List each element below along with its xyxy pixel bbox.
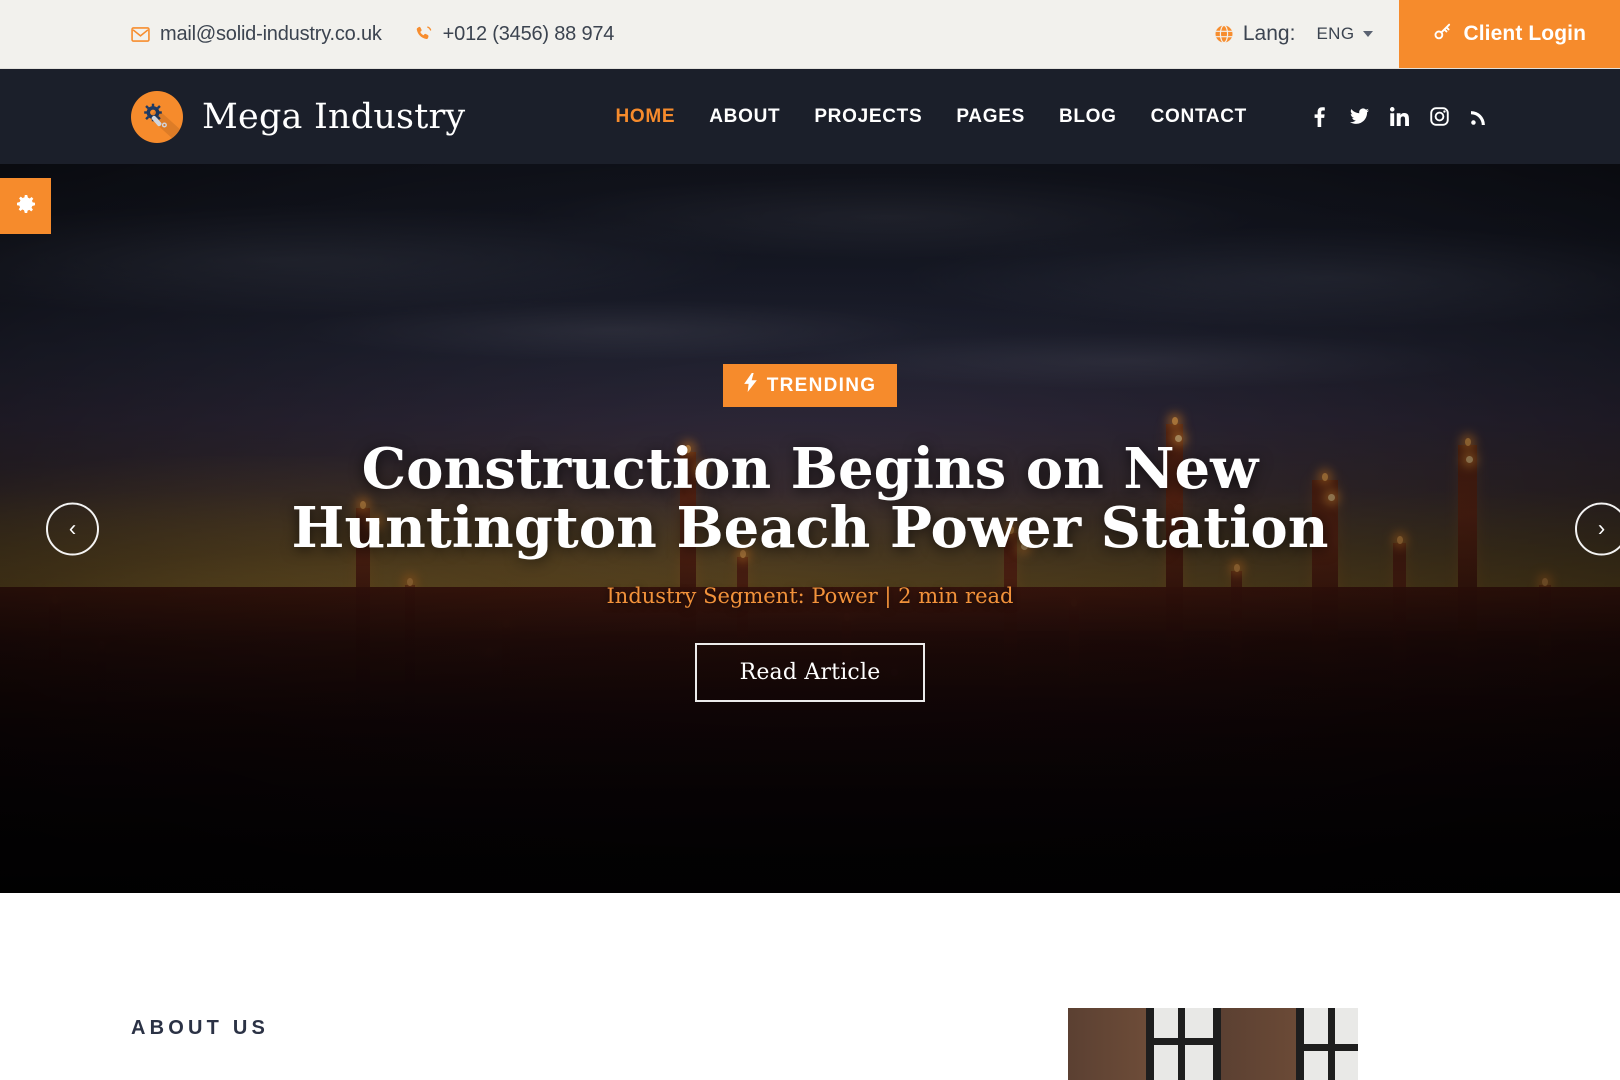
nav-item-home[interactable]: HOME bbox=[615, 106, 675, 128]
nav-item-about[interactable]: ABOUT bbox=[709, 106, 780, 128]
topbar-actions-group: Lang: ENG Client Login bbox=[1214, 0, 1620, 68]
phone-text: +012 (3456) 88 974 bbox=[442, 22, 615, 45]
hero-content: TRENDING Construction Begins on New Hunt… bbox=[0, 164, 1620, 893]
client-login-label: Client Login bbox=[1463, 22, 1586, 45]
twitter-icon[interactable] bbox=[1350, 106, 1369, 128]
chevron-left-icon: ‹ bbox=[68, 515, 77, 541]
nav-item-blog[interactable]: BLOG bbox=[1059, 106, 1117, 128]
topbar-contact-group: mail@solid-industry.co.uk +012 (3456) 88… bbox=[0, 0, 1214, 68]
language-selector[interactable]: Lang: ENG bbox=[1214, 0, 1400, 68]
about-photo bbox=[1068, 1008, 1358, 1080]
brand-logo[interactable]: Mega Industry bbox=[0, 90, 466, 143]
wrench-gear-icon bbox=[131, 90, 183, 143]
window-transom bbox=[1146, 1038, 1221, 1045]
nav-item-pages[interactable]: PAGES bbox=[956, 106, 1025, 128]
window-transom bbox=[1296, 1044, 1358, 1051]
hero-meta: Industry Segment: Power | 2 min read bbox=[606, 583, 1014, 608]
key-icon bbox=[1433, 22, 1452, 47]
email-contact[interactable]: mail@solid-industry.co.uk bbox=[131, 23, 382, 46]
settings-panel-toggle[interactable] bbox=[0, 178, 51, 234]
language-label: Lang: bbox=[1242, 22, 1296, 45]
hero-slider: ‹ › TRENDING Construction Begins on New … bbox=[0, 164, 1620, 893]
language-dropdown[interactable]: ENG bbox=[1316, 24, 1374, 44]
envelope-icon bbox=[131, 26, 150, 42]
chevron-right-icon: › bbox=[1597, 515, 1606, 541]
social-links bbox=[1310, 106, 1620, 128]
trending-badge[interactable]: TRENDING bbox=[722, 364, 898, 407]
nav-item-projects[interactable]: PROJECTS bbox=[814, 106, 922, 128]
site-header: Mega Industry HOME ABOUT PROJECTS PAGES … bbox=[0, 69, 1620, 164]
linkedin-icon[interactable] bbox=[1390, 106, 1409, 128]
language-value: ENG bbox=[1316, 24, 1355, 43]
email-text: mail@solid-industry.co.uk bbox=[160, 22, 382, 45]
about-section: ABOUT US bbox=[0, 893, 1620, 1080]
facebook-icon[interactable] bbox=[1310, 106, 1329, 128]
client-login-button[interactable]: Client Login bbox=[1399, 0, 1620, 68]
nav-item-contact[interactable]: CONTACT bbox=[1151, 106, 1247, 128]
top-utility-bar: mail@solid-industry.co.uk +012 (3456) 88… bbox=[0, 0, 1620, 69]
hero-title: Construction Begins on New Huntington Be… bbox=[291, 436, 1329, 561]
carousel-prev-button[interactable]: ‹ bbox=[46, 502, 99, 555]
carousel-next-button[interactable]: › bbox=[1575, 502, 1620, 555]
instagram-icon[interactable] bbox=[1430, 106, 1449, 128]
about-us-heading: ABOUT US bbox=[131, 1017, 270, 1039]
globe-icon bbox=[1214, 24, 1234, 44]
brand-name: Mega Industry bbox=[202, 96, 466, 137]
phone-ring-icon bbox=[415, 25, 433, 43]
chevron-down-icon bbox=[1363, 31, 1374, 37]
phone-contact[interactable]: +012 (3456) 88 974 bbox=[415, 22, 615, 46]
rss-icon[interactable] bbox=[1470, 106, 1489, 128]
lightning-bolt-icon bbox=[743, 373, 757, 398]
primary-navigation: HOME ABOUT PROJECTS PAGES BLOG CONTACT bbox=[615, 106, 1247, 128]
read-article-button[interactable]: Read Article bbox=[694, 642, 926, 702]
trending-badge-label: TRENDING bbox=[766, 374, 877, 396]
gear-icon bbox=[14, 192, 38, 221]
